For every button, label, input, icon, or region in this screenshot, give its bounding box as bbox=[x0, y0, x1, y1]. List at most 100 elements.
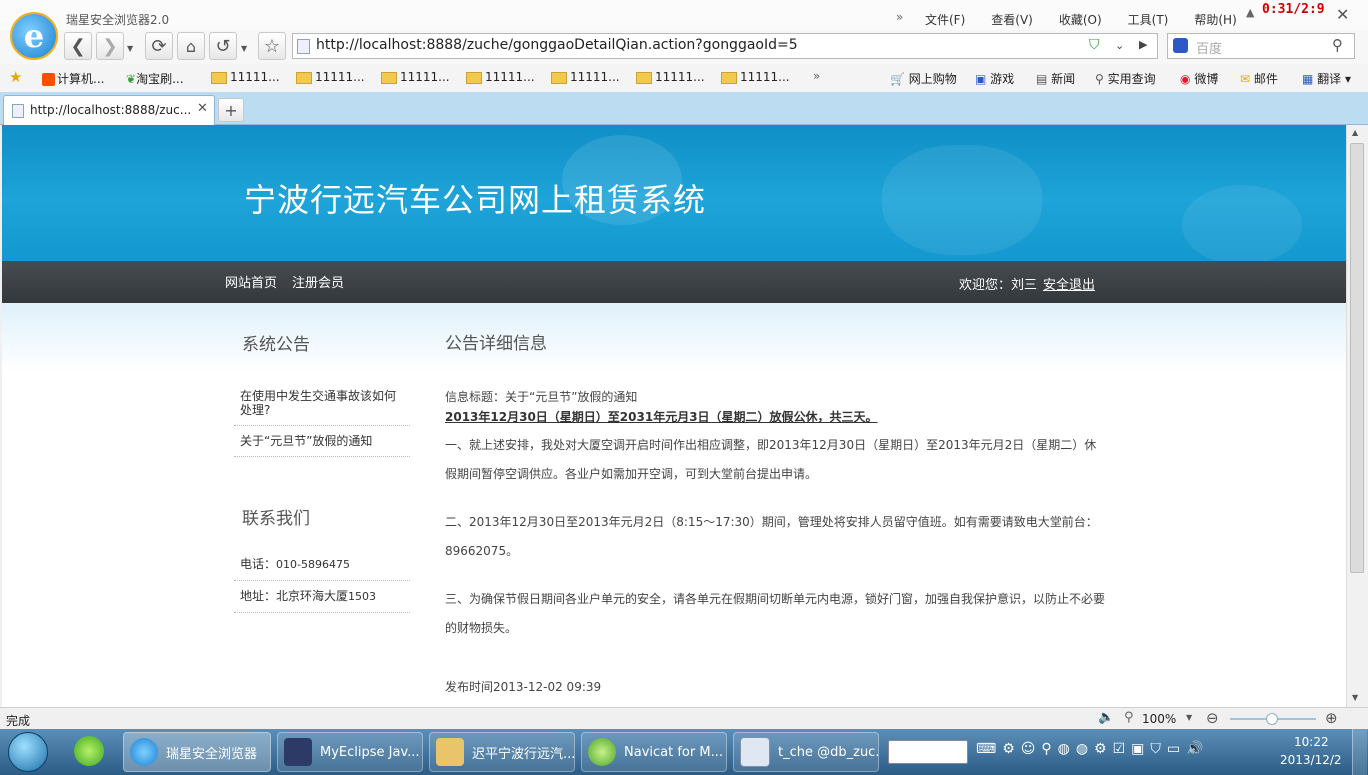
refresh-button[interactable]: ⟳ bbox=[145, 32, 173, 60]
fav-translate[interactable]: ▦ 翻译 ▾ bbox=[1302, 70, 1351, 87]
menu-view[interactable]: 查看(V) bbox=[991, 11, 1033, 28]
search-input[interactable]: 百度 bbox=[1196, 38, 1222, 57]
favorite-star-button[interactable]: ☆ bbox=[258, 32, 286, 60]
notice-link-new-year[interactable]: 关于“元旦节”放假的通知 bbox=[234, 426, 410, 457]
show-desktop-button[interactable] bbox=[1352, 729, 1367, 775]
fav-shopping[interactable]: 🛒 网上购物 bbox=[890, 70, 957, 87]
folder-icon bbox=[296, 71, 312, 84]
folder-icon bbox=[381, 71, 397, 84]
taskbar-item-table[interactable]: t_che @db_zuc... bbox=[733, 732, 879, 772]
fav-folder-4[interactable]: 11111... bbox=[466, 70, 535, 84]
go-icon[interactable]: ▶ bbox=[1139, 38, 1147, 51]
zoom-slider-thumb[interactable] bbox=[1266, 713, 1278, 725]
tab-active[interactable]: http://localhost:8888/zuc... ✕ bbox=[3, 95, 215, 125]
zoom-dropdown-icon[interactable]: ▼ bbox=[1186, 713, 1192, 722]
folder-icon bbox=[721, 71, 737, 84]
fav-folder-5[interactable]: 11111... bbox=[551, 70, 620, 84]
undo-close-button[interactable]: ↺ bbox=[209, 32, 237, 60]
undo-dropdown-icon[interactable]: ▼ bbox=[241, 44, 247, 53]
taskbar-item-folder[interactable]: 迟平宁波行远汽... bbox=[429, 732, 575, 772]
notice-detail: 公告详细信息 信息标题：关于“元旦节”放假的通知 2013年12月30日（星期日… bbox=[445, 335, 1105, 695]
favorites-more-icon[interactable]: » bbox=[813, 69, 820, 83]
menu-help[interactable]: 帮助(H) bbox=[1194, 11, 1236, 28]
browser-logo-icon: e bbox=[10, 12, 58, 60]
taskbar-item-browser[interactable]: 瑞星安全浏览器 bbox=[123, 732, 271, 772]
fav-folder-1[interactable]: 11111... bbox=[211, 70, 280, 84]
site-title: 宁波行远汽车公司网上租赁系统 bbox=[244, 181, 707, 219]
tab-bar: http://localhost:8888/zuc... ✕ + bbox=[0, 92, 1368, 125]
taskbar-item-myeclipse[interactable]: MyEclipse Jav... bbox=[277, 732, 423, 772]
rising-browser-pin[interactable] bbox=[74, 736, 104, 766]
fav-weibo[interactable]: ◉ 微博 bbox=[1180, 70, 1218, 87]
menu-more-icon[interactable]: » bbox=[896, 10, 903, 24]
search-icon[interactable]: ⚲ bbox=[1332, 36, 1343, 54]
search-box[interactable]: 百度 ⚲ bbox=[1167, 33, 1355, 59]
notice-link-accident[interactable]: 在使用中发生交通事故该如何处理? bbox=[234, 383, 410, 426]
pin-icon[interactable]: ▲ bbox=[1246, 6, 1254, 19]
favorites-bar: ★ 计算机... ❦淘宝刷... 11111... 11111... 11111… bbox=[0, 64, 1368, 93]
scroll-down-icon[interactable]: ▼ bbox=[1352, 693, 1358, 702]
menu-file[interactable]: 文件(F) bbox=[925, 11, 965, 28]
zoom-in-icon[interactable]: ⊕ bbox=[1325, 709, 1338, 727]
fav-item-taobao[interactable]: ❦淘宝刷... bbox=[126, 70, 184, 87]
taskbar-item-navicat[interactable]: Navicat for M... bbox=[581, 732, 727, 772]
translate-icon: ▦ bbox=[1302, 72, 1314, 86]
fav-mail[interactable]: ✉ 邮件 bbox=[1240, 70, 1278, 87]
detail-publish-time: 发布时间2013-12-02 09:39 bbox=[445, 680, 602, 694]
address-dropdown-icon[interactable]: ⌄ bbox=[1115, 39, 1124, 52]
address-text[interactable]: http://localhost:8888/zuche/gonggaoDetai… bbox=[316, 37, 798, 53]
taobao-icon bbox=[42, 73, 55, 86]
scroll-thumb[interactable] bbox=[1350, 143, 1364, 573]
back-button[interactable]: ❮ bbox=[64, 32, 92, 60]
home-button[interactable]: ⌂ bbox=[177, 32, 205, 60]
address-bar[interactable]: http://localhost:8888/zuche/gonggaoDetai… bbox=[292, 33, 1158, 59]
security-shield-icon: ⛉ bbox=[1089, 37, 1100, 53]
fav-folder-2[interactable]: 11111... bbox=[296, 70, 365, 84]
forward-button[interactable]: ❯ bbox=[96, 32, 124, 60]
fav-games[interactable]: ▣ 游戏 bbox=[975, 70, 1014, 87]
menu-tools[interactable]: 工具(T) bbox=[1128, 11, 1169, 28]
mute-icon[interactable]: 🔈 bbox=[1098, 710, 1114, 725]
zoom-icon: ⚲ bbox=[1124, 710, 1134, 725]
scroll-up-icon[interactable]: ▲ bbox=[1352, 128, 1358, 137]
logout-link[interactable]: 安全退出 bbox=[1043, 274, 1095, 293]
baidu-paw-icon bbox=[1173, 38, 1188, 53]
notice-heading: 系统公告 bbox=[242, 335, 310, 355]
tray-icons[interactable]: ⌨⚙☺⚲◍◍⚙☑▣⛉▭🔊 bbox=[976, 741, 1210, 757]
clock-time[interactable]: 10:22 bbox=[1294, 735, 1329, 749]
windows-taskbar: 瑞星安全浏览器 MyEclipse Jav... 迟平宁波行远汽... Navi… bbox=[0, 729, 1368, 775]
start-button[interactable] bbox=[8, 732, 48, 772]
site-nav: 网站首页 注册会员 欢迎您：刘三 安全退出 bbox=[2, 261, 1346, 303]
fav-item-computer[interactable]: 计算机... bbox=[42, 70, 104, 87]
folder-icon bbox=[436, 738, 464, 766]
map-decoration bbox=[882, 145, 1042, 255]
close-window-icon[interactable]: ✕ bbox=[1336, 5, 1349, 24]
fav-folder-7[interactable]: 11111... bbox=[721, 70, 790, 84]
detail-heading: 公告详细信息 bbox=[445, 334, 547, 354]
fav-folder-3[interactable]: 11111... bbox=[381, 70, 450, 84]
status-bar: 完成 🔈 ⚲ 100% ▼ ⊖ ⊕ bbox=[0, 707, 1368, 730]
fav-folder-6[interactable]: 11111... bbox=[636, 70, 705, 84]
fav-news[interactable]: ▤ 新闻 bbox=[1036, 70, 1075, 87]
history-dropdown-icon[interactable]: ▼ bbox=[127, 44, 133, 53]
detail-paragraph-1: 一、就上述安排，我处对大厦空调开启时间作出相应调整，即2013年12月30日（星… bbox=[445, 438, 1097, 481]
detail-headline: 2013年12月30日（星期日）至2031年元月3日（星期二）放假公休，共三天。 bbox=[445, 410, 878, 424]
page-viewport: 宁波行远汽车公司网上租赁系统 网站首页 注册会员 欢迎您：刘三 安全退出 系统公… bbox=[2, 125, 1346, 707]
site-banner: 宁波行远汽车公司网上租赁系统 bbox=[2, 125, 1346, 261]
vertical-scrollbar[interactable]: ▲ ▼ bbox=[1346, 125, 1367, 707]
new-tab-button[interactable]: + bbox=[218, 98, 244, 122]
favorites-star-icon[interactable]: ★ bbox=[9, 68, 22, 86]
tab-close-icon[interactable]: ✕ bbox=[197, 101, 208, 116]
mail-icon: ✉ bbox=[1240, 72, 1251, 86]
nav-register-link[interactable]: 注册会员 bbox=[292, 272, 344, 291]
table-icon bbox=[740, 737, 770, 767]
tab-page-icon bbox=[12, 104, 24, 118]
zoom-out-icon[interactable]: ⊖ bbox=[1206, 709, 1219, 727]
fav-query[interactable]: ⚲ 实用查询 bbox=[1095, 70, 1156, 87]
menu-favorites[interactable]: 收藏(O) bbox=[1059, 11, 1102, 28]
zoom-level[interactable]: 100% bbox=[1142, 712, 1176, 726]
clock-date[interactable]: 2013/12/2 bbox=[1280, 753, 1342, 767]
contact-heading: 联系我们 bbox=[242, 509, 310, 529]
nav-home-link[interactable]: 网站首页 bbox=[225, 272, 277, 291]
taskbar-search-field[interactable] bbox=[888, 740, 968, 764]
